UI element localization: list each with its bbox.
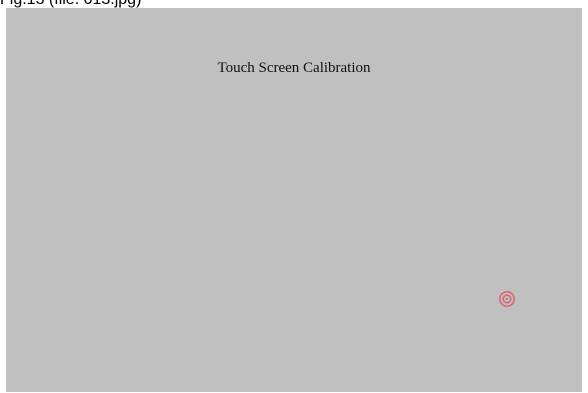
calibration-target-icon[interactable] (498, 290, 516, 308)
figure: Fig.13 (file: 013.jpg) Touch Screen Cali… (0, 0, 588, 393)
calibration-title: Touch Screen Calibration (217, 60, 371, 76)
calibration-screen[interactable]: Touch Screen Calibration (6, 8, 582, 392)
